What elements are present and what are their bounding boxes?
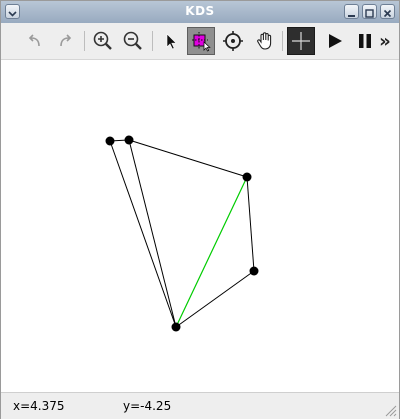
zoom-out-button[interactable] <box>119 27 147 55</box>
maximize-icon <box>365 9 374 18</box>
vertex[interactable] <box>171 322 181 332</box>
toolbar-separator <box>84 31 85 51</box>
x-coordinate-readout: x=4.375 <box>13 399 65 413</box>
drawing-canvas[interactable] <box>1 60 399 392</box>
close-icon <box>383 9 392 18</box>
minimize-icon <box>348 15 355 17</box>
redo-icon <box>60 34 72 47</box>
edge <box>128 139 248 178</box>
center-tool-button[interactable] <box>219 27 247 55</box>
minimize-button[interactable] <box>344 4 359 19</box>
resize-grip-icon[interactable] <box>383 403 397 417</box>
select-tool-button[interactable] <box>157 27 185 55</box>
vertex[interactable] <box>105 136 115 146</box>
maximize-button[interactable] <box>362 4 377 19</box>
edit-point-tool-button[interactable] <box>187 27 215 55</box>
target-icon <box>223 31 243 51</box>
undo-icon <box>28 34 40 47</box>
undo-button[interactable] <box>21 27 49 55</box>
geometry-view[interactable] <box>1 60 399 392</box>
pan-tool-button[interactable] <box>251 27 279 55</box>
toolbar-separator <box>282 31 283 51</box>
crosshair-toggle-button[interactable] <box>287 27 315 55</box>
zoom-out-icon <box>123 31 142 50</box>
title-bar: KDS <box>1 1 399 24</box>
toolbar: » <box>1 23 399 60</box>
zoom-in-button[interactable] <box>89 27 117 55</box>
window-title: KDS <box>185 4 215 18</box>
toolbar-separator <box>152 31 153 51</box>
edge <box>109 140 177 328</box>
vertex[interactable] <box>249 266 259 276</box>
highlighted-edge <box>175 176 248 328</box>
vertices <box>105 135 259 332</box>
status-bar: x=4.375 y=-4.25 <box>1 392 399 419</box>
edge <box>175 270 255 328</box>
redo-button[interactable] <box>51 27 79 55</box>
crosshair-icon <box>292 32 310 50</box>
edit-point-icon <box>192 32 211 52</box>
vertex[interactable] <box>242 172 252 182</box>
edge <box>128 139 177 328</box>
toolbar-overflow-button[interactable]: » <box>375 27 395 55</box>
y-coordinate-readout: y=-4.25 <box>123 399 172 413</box>
play-icon <box>329 34 342 48</box>
vertex[interactable] <box>124 135 134 145</box>
edges <box>109 139 255 328</box>
hand-icon <box>257 32 272 50</box>
arrow-pointer-icon <box>166 33 177 50</box>
close-button[interactable] <box>380 4 395 19</box>
play-button[interactable] <box>321 27 349 55</box>
app-window: KDS » x=4.375 y=-4.25 <box>0 0 400 419</box>
edge <box>246 176 255 272</box>
pause-icon <box>359 34 371 48</box>
zoom-in-icon <box>93 31 112 50</box>
